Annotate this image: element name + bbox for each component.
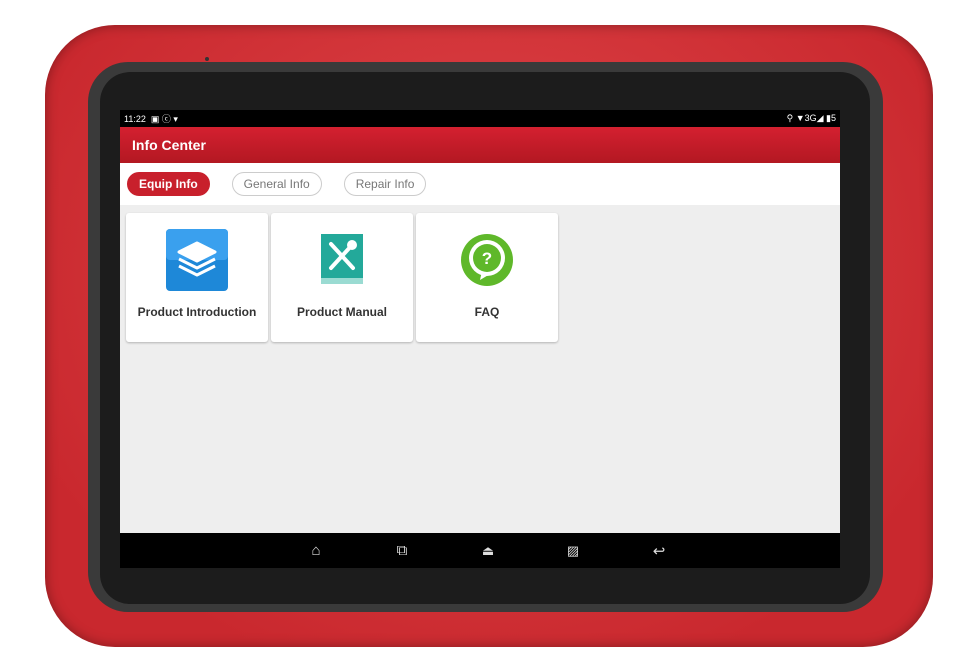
card-faq[interactable]: ? FAQ bbox=[416, 213, 558, 342]
recent-apps-icon[interactable]: ⧉ bbox=[397, 542, 408, 559]
manual-tools-icon bbox=[311, 229, 373, 291]
screenshot-icon[interactable]: ▨ bbox=[567, 543, 579, 559]
card-label: Product Manual bbox=[296, 305, 387, 319]
system-icons: ⚲ ▼3G◢ ▮5 bbox=[786, 113, 836, 123]
clock: 11:22 bbox=[124, 114, 146, 124]
tab-equip-info[interactable]: Equip Info bbox=[127, 172, 210, 196]
svg-text:?: ? bbox=[482, 249, 492, 268]
layers-icon bbox=[166, 229, 228, 291]
back-icon[interactable]: ↩ bbox=[653, 542, 666, 560]
home-icon[interactable]: ⌂ bbox=[311, 542, 320, 559]
camera bbox=[205, 57, 209, 61]
tab-bar: Equip Info General Info Repair Info bbox=[120, 163, 840, 205]
app-header: Info Center bbox=[120, 127, 840, 163]
status-bar: 11:22 ▣ ⓒ ▾ ⚲ ▼3G◢ ▮5 bbox=[120, 110, 840, 127]
question-icon: ? bbox=[456, 229, 518, 291]
tab-repair-info[interactable]: Repair Info bbox=[343, 172, 427, 196]
notification-icons: ▣ ⓒ ▾ bbox=[150, 114, 178, 124]
card-product-introduction[interactable]: Product Introduction bbox=[126, 213, 268, 342]
screen: 11:22 ▣ ⓒ ▾ ⚲ ▼3G◢ ▮5 Info Center Equip … bbox=[120, 110, 840, 568]
page-title: Info Center bbox=[132, 137, 206, 153]
navigation-bar: ⌂ ⧉ ⏏ ▨ ↩ bbox=[120, 533, 840, 568]
card-label: Product Introduction bbox=[137, 305, 257, 319]
card-product-manual[interactable]: Product Manual bbox=[271, 213, 413, 342]
card-grid: Product Introduction Product Manual ? FA… bbox=[120, 205, 840, 350]
card-label: FAQ bbox=[474, 305, 500, 319]
vci-icon[interactable]: ⏏ bbox=[482, 543, 494, 559]
tab-general-info[interactable]: General Info bbox=[231, 172, 322, 196]
